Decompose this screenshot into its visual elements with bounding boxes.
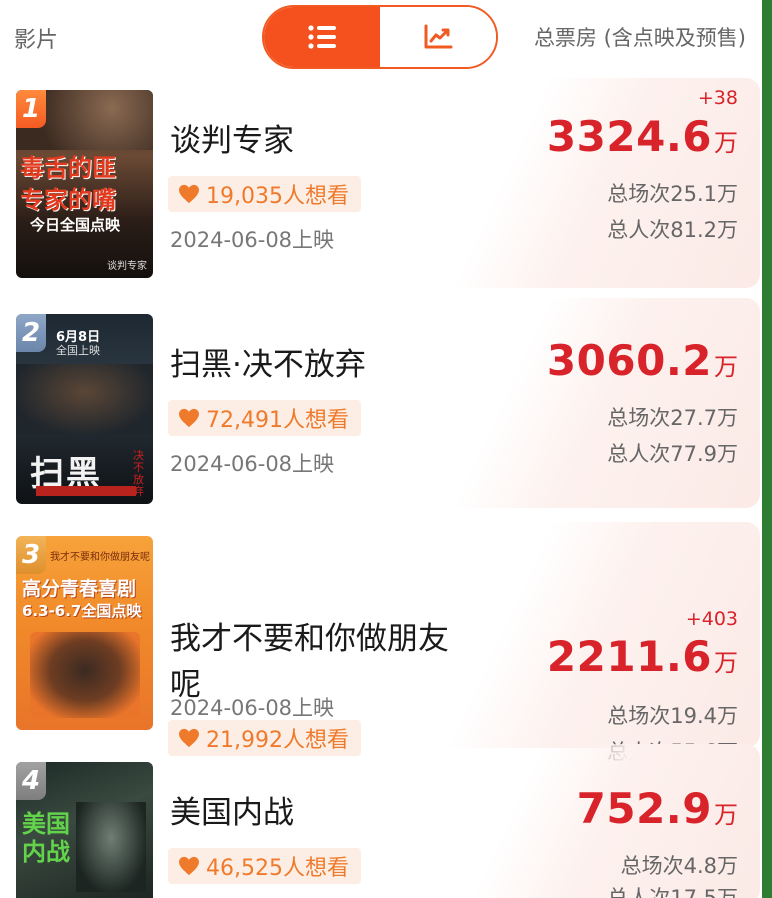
gross-value: 3324.6 (546, 112, 712, 161)
movie-title-block[interactable]: 我才不要和你做朋友 呢 (170, 616, 449, 708)
movie-title-line: 谈判专家 (170, 123, 294, 159)
total-gross: 3324.6 万 (547, 112, 738, 161)
movie-title[interactable]: 谈判专家 (170, 118, 294, 164)
rank-badge: 1 (16, 90, 46, 128)
gross-value: 752.9 (576, 784, 712, 833)
movie-row-4[interactable]: 美国 内战 4 美国内战 46,525人想看 752.9 万 总场次4.8万 总… (0, 744, 762, 898)
scroll-edge (762, 0, 772, 898)
want-count: 72,491人想看 (206, 408, 349, 433)
heart-icon (179, 856, 199, 876)
poster-logo: 我才不要和你做朋友呢 (50, 552, 150, 563)
poster-banner (36, 486, 136, 496)
heart-icon (179, 184, 199, 204)
poster-figure (76, 802, 146, 892)
list-view-button[interactable] (264, 7, 380, 67)
want-to-see-badge: 46,525人想看 (168, 848, 361, 884)
total-screenings: 总场次25.1万 (607, 182, 738, 206)
heart-icon (179, 408, 199, 428)
poster-4[interactable]: 美国 内战 4 (16, 762, 153, 898)
total-admissions: 总人次81.2万 (607, 218, 738, 242)
total-gross: 752.9 万 (577, 784, 738, 833)
list-icon (308, 25, 336, 49)
movie-title[interactable]: 扫黑·决不放弃 (170, 342, 366, 388)
total-screenings: 总场次19.4万 (607, 704, 738, 728)
total-admissions: 总人次17.5万 (607, 886, 738, 898)
total-screenings: 总场次27.7万 (607, 406, 738, 430)
rank-badge: 3 (16, 536, 46, 574)
total-gross: 2211.6 万 (547, 632, 738, 681)
movie-row-2[interactable]: 6月8日 全国上映 扫黑 决不放弃 2 扫黑·决不放弃 72,491人想看 20… (0, 294, 762, 516)
gross-value: 3060.2 (546, 336, 712, 385)
movie-row-3[interactable]: 我才不要和你做朋友呢 高分青春喜剧 6.3-6.7全国点映 3 我才不要和你做朋… (0, 516, 762, 764)
gross-value: 2211.6 (546, 632, 712, 681)
want-to-see-badge: 72,491人想看 (168, 400, 361, 436)
total-admissions: 总人次77.9万 (607, 442, 738, 466)
box-office-column-label: 总票房 (含点映及预售) (533, 26, 746, 50)
poster-tagline-1: 高分青春喜剧 (22, 578, 137, 600)
poster-tagline-1: 毒舌的匪 (20, 154, 116, 182)
want-count: 46,525人想看 (206, 856, 349, 881)
want-count: 19,035人想看 (206, 184, 349, 209)
view-toggle[interactable] (262, 5, 498, 69)
poster-1[interactable]: 毒舌的匪 专家的嘴 今日全国点映 谈判专家 1 (16, 90, 153, 278)
movie-title-line: 美国内战 (170, 795, 294, 831)
rank-badge: 2 (16, 314, 46, 352)
movie-column-label: 影片 (14, 28, 59, 53)
gross-delta: +38 (697, 87, 738, 109)
poster-tagline-2: 专家的嘴 (20, 186, 116, 214)
poster-logo: 谈判专家 (107, 261, 147, 272)
gross-unit: 万 (714, 649, 738, 677)
movie-title-line: 我才不要和你做朋友 (170, 621, 449, 657)
total-screenings: 总场次4.8万 (620, 854, 738, 878)
movie-title-line: 扫黑·决不放弃 (170, 347, 366, 383)
gross-delta: +403 (685, 608, 738, 630)
gross-unit: 万 (714, 129, 738, 157)
release-date: 2024-06-08上映 (170, 452, 335, 476)
rank-badge: 4 (16, 762, 46, 800)
poster-characters (30, 632, 140, 718)
movie-title-line: 呢 (170, 667, 201, 703)
poster-3[interactable]: 我才不要和你做朋友呢 高分青春喜剧 6.3-6.7全国点映 3 (16, 536, 153, 730)
poster-tagline-3: 今日全国点映 (30, 216, 121, 234)
header-bar: 影片 总票房 (含点映及预售) (0, 0, 772, 72)
chart-view-button[interactable] (380, 7, 496, 67)
release-date: 2024-06-08上映 (170, 228, 335, 252)
poster-figures (16, 364, 153, 434)
poster-tagline-2: 全国上映 (56, 344, 100, 357)
poster-tagline-1: 美国 (22, 810, 70, 838)
poster-tagline-2: 内战 (22, 838, 70, 866)
poster-2[interactable]: 6月8日 全国上映 扫黑 决不放弃 2 (16, 314, 153, 504)
want-to-see-badge: 19,035人想看 (168, 176, 361, 212)
total-gross: 3060.2 万 (547, 336, 738, 385)
gross-unit: 万 (714, 353, 738, 381)
trend-chart-icon (424, 24, 453, 49)
movie-row-1[interactable]: 毒舌的匪 专家的嘴 今日全国点映 谈判专家 1 谈判专家 19,035人想看 2… (0, 72, 762, 294)
poster-tagline-2: 6.3-6.7全国点映 (22, 602, 142, 620)
movie-title[interactable]: 美国内战 (170, 790, 294, 836)
gross-unit: 万 (714, 801, 738, 829)
